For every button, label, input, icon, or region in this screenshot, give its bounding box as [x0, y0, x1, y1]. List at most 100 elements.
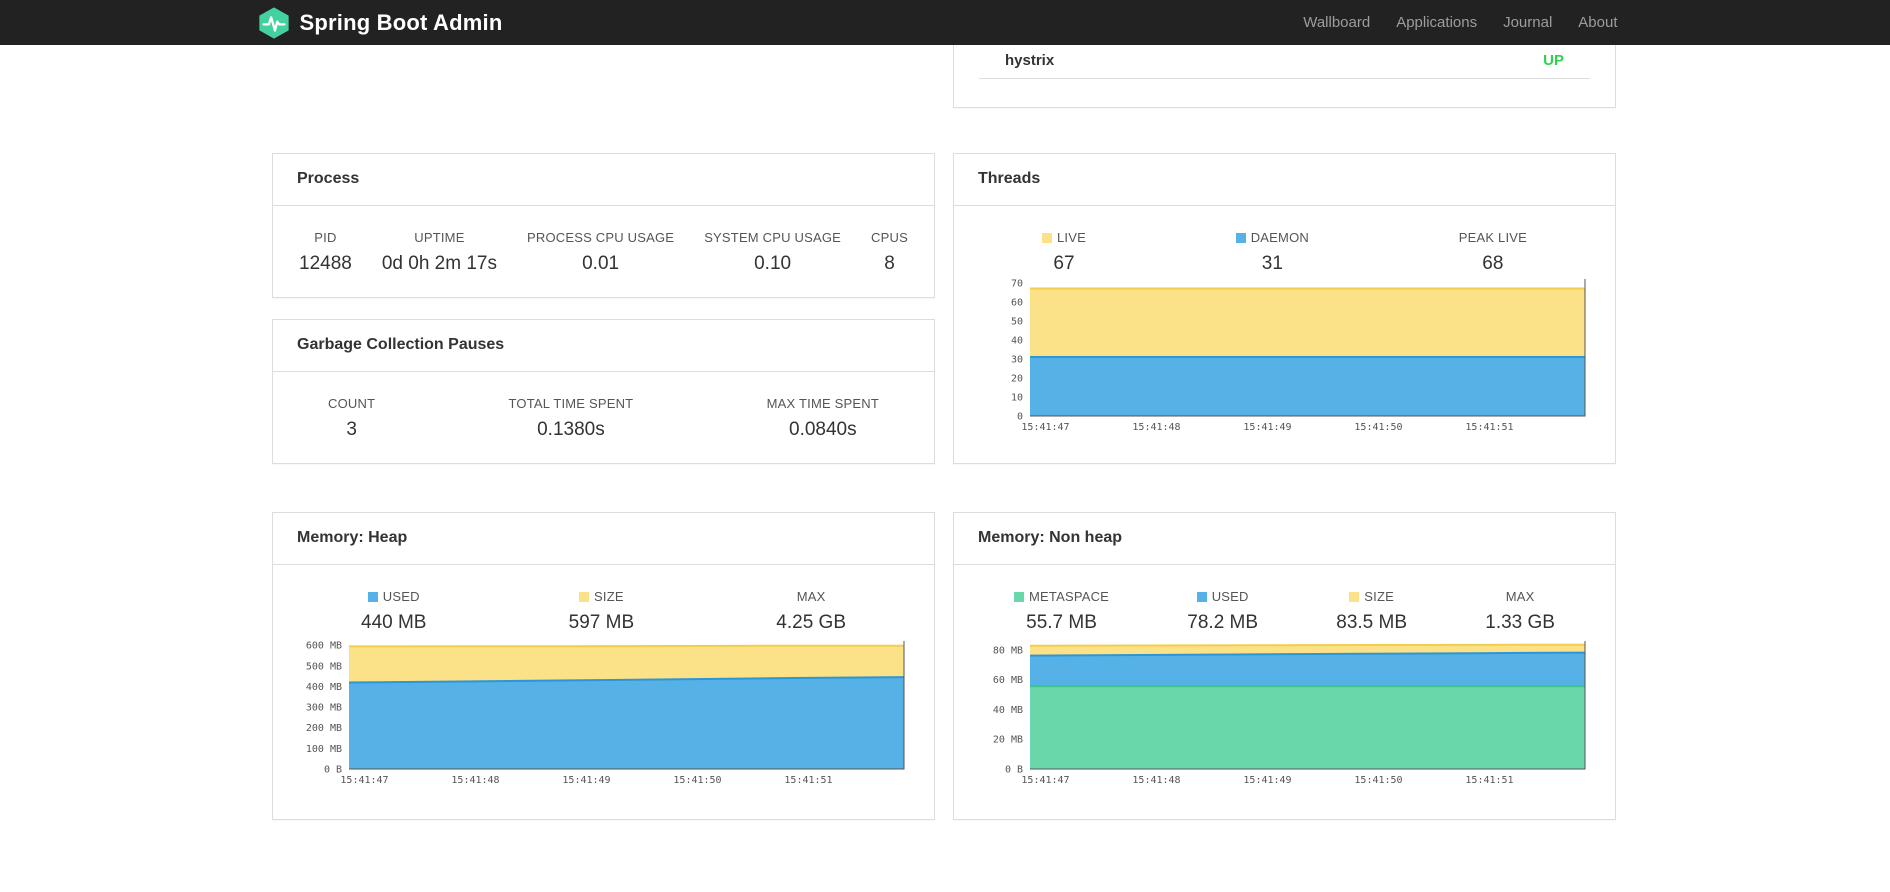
stat-value: 83.5 MB	[1336, 612, 1408, 633]
application-list: hystrix UP	[979, 45, 1590, 79]
svg-text:20 MB: 20 MB	[993, 735, 1023, 746]
svg-text:15:41:48: 15:41:48	[451, 775, 499, 786]
stat-label: METASPACE	[1029, 589, 1110, 604]
stat-value: 55.7 MB	[1026, 612, 1097, 633]
stat-value: 0.0840s	[789, 419, 857, 440]
svg-text:60 MB: 60 MB	[993, 675, 1023, 686]
used-legend-swatch	[367, 592, 378, 602]
stat-used: USED 440 MB	[361, 589, 426, 634]
navbar: Spring Boot Admin Wallboard Applications…	[0, 0, 1890, 45]
navbar-inner: Spring Boot Admin Wallboard Applications…	[258, 0, 1618, 45]
svg-text:600 MB: 600 MB	[306, 641, 342, 652]
stat-label: DAEMON	[1250, 230, 1309, 245]
svg-text:10: 10	[1011, 393, 1023, 404]
application-status-badge: UP	[1543, 52, 1564, 69]
stat-label: PROCESS CPU USAGE	[527, 230, 675, 245]
size-legend-swatch	[1349, 592, 1360, 602]
svg-text:70: 70	[1011, 278, 1023, 289]
svg-text:0 B: 0 B	[324, 765, 342, 776]
gc-stats: COUNT 3 TOTAL TIME SPENT 0.1380s MAX TIM…	[273, 396, 934, 441]
stat-label: CPUS	[871, 230, 908, 245]
spring-boot-admin-logo-icon	[257, 6, 291, 40]
stat-label: PEAK LIVE	[1458, 230, 1527, 245]
stat-value: 4.25 GB	[776, 612, 846, 633]
live-legend-swatch	[1042, 233, 1052, 243]
threads-chart: 0 10 20 30 40 50 60 70 15:41:47 15:41:48 15:41:49 1…	[974, 275, 1591, 436]
stat-value: 68	[1482, 253, 1504, 274]
gc-pauses-card: Garbage Collection Pauses COUNT 3 TOTAL …	[272, 319, 935, 464]
stat-size: SIZE 83.5 MB	[1336, 589, 1407, 634]
svg-text:15:41:51: 15:41:51	[784, 775, 832, 786]
svg-text:60: 60	[1011, 297, 1023, 308]
stat-max-time-spent: MAX TIME SPENT 0.0840s	[767, 396, 879, 441]
stat-max: MAX 1.33 GB	[1485, 589, 1555, 634]
svg-text:80 MB: 80 MB	[993, 645, 1023, 656]
nonheap-legend: METASPACE 55.7 MB USED 78.2 MB SIZE 83.5…	[954, 589, 1615, 634]
stat-uptime: UPTIME 0d 0h 2m 17s	[382, 230, 497, 275]
stat-label: SIZE	[1364, 589, 1394, 604]
stat-value: 78.2 MB	[1187, 612, 1259, 633]
stat-label: SIZE	[594, 589, 624, 604]
memory-heap-card: Memory: Heap USED 440 MB SIZE 597 MB MAX…	[272, 512, 935, 820]
svg-text:15:41:50: 15:41:50	[673, 775, 721, 786]
stat-label: LIVE	[1057, 230, 1086, 245]
stat-value: 67	[1053, 253, 1075, 274]
nav-item-about[interactable]: About	[1578, 14, 1617, 31]
svg-text:0 B: 0 B	[1005, 765, 1023, 776]
stat-value: 440 MB	[361, 612, 427, 633]
stat-max: MAX 4.25 GB	[776, 589, 846, 634]
stat-value: 12488	[299, 253, 352, 274]
application-name[interactable]: hystrix	[1005, 52, 1054, 69]
threads-legend: LIVE 67 DAEMON 31 PEAK LIVE 68	[954, 230, 1615, 275]
stat-label: COUNT	[328, 396, 376, 411]
nav-item-applications[interactable]: Applications	[1396, 14, 1477, 31]
svg-text:30: 30	[1011, 354, 1023, 365]
stat-value: 0.1380s	[537, 419, 605, 440]
stat-label: UPTIME	[414, 230, 465, 245]
nav-item-journal[interactable]: Journal	[1503, 14, 1552, 31]
stat-value: 1.33 GB	[1485, 612, 1555, 633]
applications-panel: hystrix UP	[953, 45, 1616, 108]
stat-peak-live: PEAK LIVE 68	[1459, 230, 1527, 275]
application-row[interactable]: hystrix UP	[979, 45, 1590, 79]
svg-text:15:41:50: 15:41:50	[1354, 775, 1402, 786]
svg-text:15:41:51: 15:41:51	[1465, 775, 1513, 786]
nonheap-chart: 0 B 20 MB 40 MB 60 MB 80 MB 15:41:47 15:41:48 1…	[974, 637, 1591, 789]
svg-text:15:41:51: 15:41:51	[1465, 422, 1513, 433]
svg-text:15:41:49: 15:41:49	[1243, 422, 1291, 433]
nonheap-card-title: Memory: Non heap	[954, 513, 1615, 565]
heap-legend: USED 440 MB SIZE 597 MB MAX 4.25 GB	[273, 589, 934, 634]
stat-value: 0.10	[754, 253, 792, 274]
svg-text:15:41:50: 15:41:50	[1354, 422, 1402, 433]
stat-label: USED	[1211, 589, 1249, 604]
brand-link[interactable]: Spring Boot Admin	[257, 6, 503, 40]
process-card: Process PID 12488 UPTIME 0d 0h 2m 17s PR…	[272, 153, 935, 298]
used-legend-swatch	[1196, 592, 1207, 602]
daemon-legend-swatch	[1235, 233, 1246, 243]
svg-text:200 MB: 200 MB	[306, 723, 342, 734]
stat-label: MAX	[1505, 589, 1535, 604]
stat-size: SIZE 597 MB	[569, 589, 634, 634]
stat-value: 3	[346, 419, 357, 440]
svg-text:15:41:47: 15:41:47	[1021, 775, 1069, 786]
svg-text:15:41:47: 15:41:47	[1021, 422, 1069, 433]
stat-used: USED 78.2 MB	[1187, 589, 1258, 634]
stat-daemon: DAEMON 31	[1235, 230, 1309, 275]
stat-label: USED	[382, 589, 420, 604]
heap-card-title: Memory: Heap	[273, 513, 934, 565]
stat-pid: PID 12488	[299, 230, 352, 275]
stat-live: LIVE 67	[1042, 230, 1086, 275]
process-card-title: Process	[273, 154, 934, 206]
nav-item-wallboard[interactable]: Wallboard	[1303, 14, 1370, 31]
page-container: hystrix UP Process PID 12488 UPTIME 0d 0…	[272, 0, 1617, 892]
svg-text:15:41:48: 15:41:48	[1132, 775, 1180, 786]
stat-value: 597 MB	[568, 612, 635, 633]
svg-text:100 MB: 100 MB	[306, 744, 342, 755]
stat-count: COUNT 3	[328, 396, 375, 441]
svg-text:500 MB: 500 MB	[306, 661, 342, 672]
svg-text:0: 0	[1017, 412, 1023, 423]
svg-text:300 MB: 300 MB	[306, 703, 342, 714]
brand-title: Spring Boot Admin	[299, 9, 503, 35]
stat-label: PID	[314, 230, 337, 245]
stat-process-cpu-usage: PROCESS CPU USAGE 0.01	[527, 230, 674, 275]
